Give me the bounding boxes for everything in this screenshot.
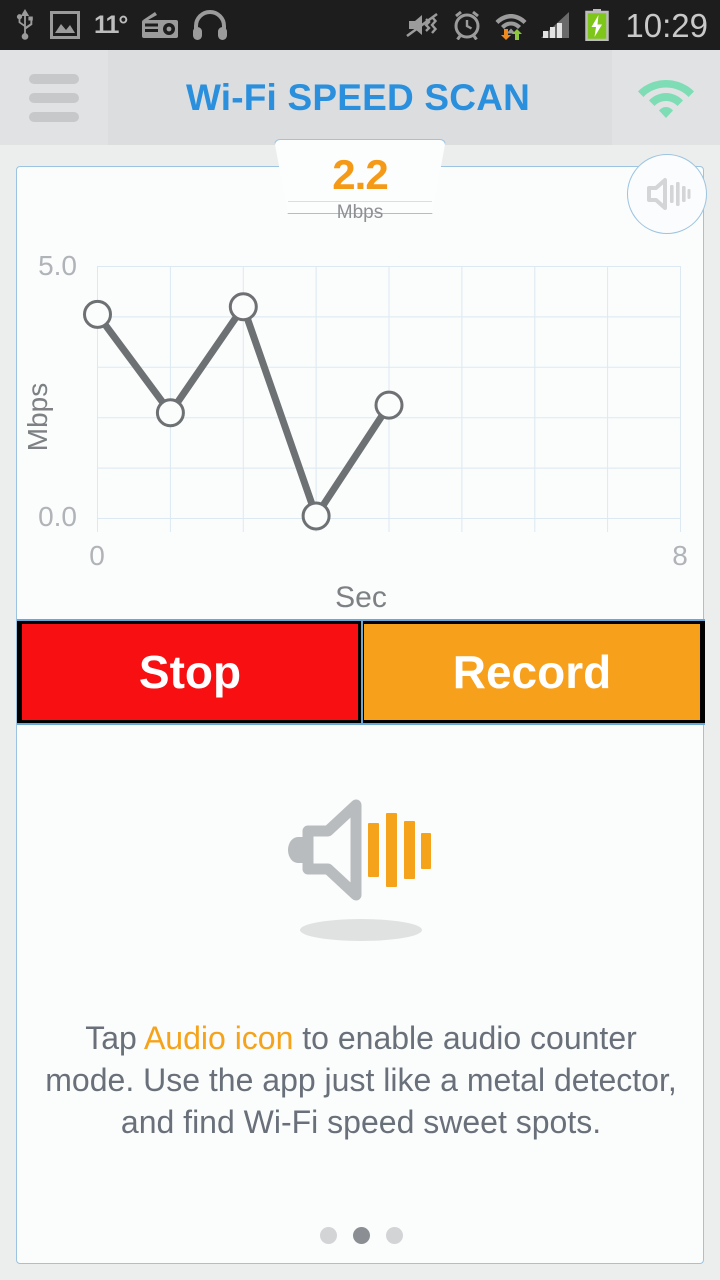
headphones-icon: [193, 10, 228, 40]
control-buttons: Stop Record: [17, 619, 705, 725]
speed-chart: 5.0 0.0 0 8 Mbps Sec: [17, 167, 705, 617]
y-axis-max-label: 5.0: [38, 250, 77, 281]
chart-point: [228, 292, 258, 322]
illustration-shadow: [300, 919, 422, 941]
cellular-signal-icon: [541, 12, 570, 38]
y-axis-min-label: 0.0: [38, 501, 77, 532]
main-card: 2.2 Mbps 5.0 0.0 0 8 Mbps Sec Stop Recor…: [16, 139, 707, 1264]
x-axis-max-label: 8: [672, 540, 688, 571]
hint-highlight: Audio icon: [143, 1020, 294, 1056]
app-screen: 11° 10:29 Wi-Fi SPEED SCAN 2.2 Mbps 5.0 …: [0, 0, 720, 1280]
speed-chart-svg: 5.0 0.0 0 8 Mbps Sec: [22, 250, 688, 614]
wifi-status-icon: [638, 79, 694, 118]
page-title: Wi-Fi SPEED SCAN: [185, 76, 531, 118]
wifi-status-button[interactable]: [612, 50, 720, 145]
wifi-transfer-icon: [495, 14, 527, 40]
app-action-bar: Wi-Fi SPEED SCAN: [0, 50, 720, 145]
status-bar-clock: 10:29: [625, 6, 708, 44]
fm-radio-icon: [142, 12, 179, 38]
chart-point: [83, 299, 112, 329]
x-axis-title: Sec: [335, 581, 387, 614]
android-status-bar: 11° 10:29: [0, 0, 720, 50]
record-button-label: Record: [452, 646, 612, 698]
promo-audio-illustration: [17, 787, 705, 967]
promo-hint-text: Tap Audio icon to enable audio counter m…: [37, 1017, 685, 1143]
pager-dots[interactable]: [17, 1227, 705, 1244]
usb-icon: [16, 9, 33, 40]
pager-dot[interactable]: [319, 1227, 337, 1244]
record-button[interactable]: Record: [361, 619, 705, 725]
hamburger-menu-icon: [29, 73, 79, 122]
gallery-image-icon: [50, 11, 80, 39]
stop-button[interactable]: Stop: [17, 619, 361, 725]
stop-button-label: Stop: [138, 646, 242, 698]
speaker-audio-icon: [288, 799, 431, 901]
chart-point: [301, 501, 331, 531]
status-bar-right-icons: 10:29: [405, 9, 708, 42]
y-axis-title: Mbps: [22, 383, 53, 451]
pager-dot-active[interactable]: [352, 1227, 370, 1244]
chart-point: [155, 398, 185, 428]
menu-button[interactable]: [0, 50, 108, 145]
hint-prefix: Tap: [85, 1020, 144, 1056]
x-axis-min-label: 0: [89, 540, 105, 571]
pager-dot[interactable]: [385, 1227, 403, 1244]
battery-charging-icon: [585, 9, 610, 41]
chart-point: [374, 390, 404, 420]
mute-vibrate-icon: [406, 12, 439, 38]
alarm-clock-icon: [454, 10, 480, 40]
temperature-label: 11°: [94, 10, 128, 39]
status-bar-left-icons: 11°: [14, 9, 228, 41]
